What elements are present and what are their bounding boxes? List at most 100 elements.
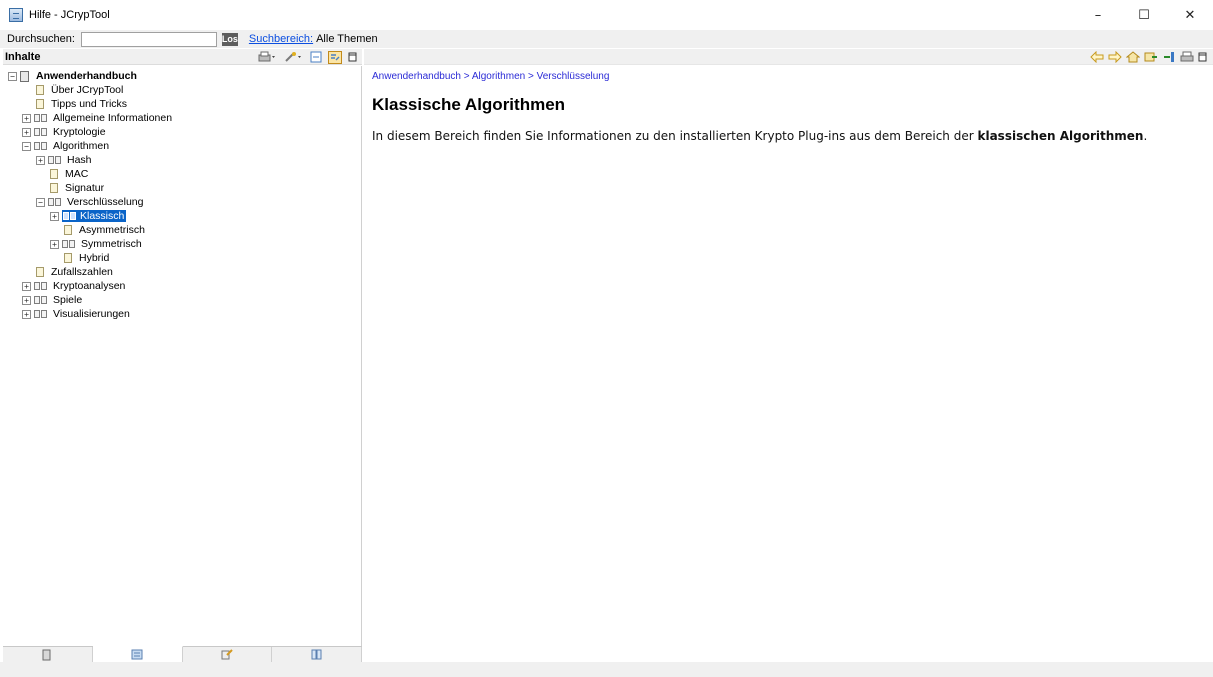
tree-item-mac[interactable]: MAC — [48, 167, 90, 181]
book-icon — [34, 127, 48, 137]
tree-item-label: Klassisch — [80, 210, 125, 222]
search-scope-link[interactable]: Suchbereich: — [249, 33, 313, 45]
page-icon — [64, 225, 72, 235]
search-label: Durchsuchen: — [7, 33, 75, 45]
intro-end: . — [1143, 129, 1148, 143]
intro-paragraph: In diesem Bereich finden Sie Information… — [372, 129, 1147, 143]
breadcrumb-link-anwenderhandbuch[interactable]: Anwenderhandbuch — [372, 71, 461, 82]
book-icon — [34, 281, 48, 291]
book-icon — [34, 309, 48, 319]
print-icon[interactable] — [1180, 51, 1194, 63]
breadcrumb-separator: > — [527, 71, 534, 82]
book-icon — [34, 113, 48, 123]
breadcrumb-separator: > — [463, 71, 470, 82]
breadcrumb-link-verschluesselung[interactable]: Verschlüsselung — [537, 71, 610, 82]
search-scope-value: Alle Themen — [316, 33, 378, 45]
tree-item-label: Kryptologie — [53, 126, 106, 138]
contents-toolbar — [258, 49, 358, 65]
tree-item-label: MAC — [65, 168, 89, 180]
tree-item-klassisch[interactable]: + Klassisch — [50, 209, 127, 223]
view-tabs — [3, 646, 362, 662]
book-icon — [34, 295, 48, 305]
tree-item-hybrid[interactable]: Hybrid — [62, 251, 111, 265]
bookmarks-icon — [311, 649, 322, 660]
jcryptool-app-icon — [9, 8, 23, 22]
expand-toggle[interactable]: + — [50, 211, 59, 221]
search-topic-dropdown-icon[interactable] — [284, 51, 304, 63]
expand-toggle[interactable]: + — [22, 309, 31, 319]
tab-contents[interactable] — [3, 647, 93, 662]
tree-item-label: Kryptoanalysen — [53, 280, 126, 292]
page-icon — [36, 267, 44, 277]
tree-item-spiele[interactable]: + Spiele — [22, 293, 84, 307]
tree-item-label: Hybrid — [79, 252, 110, 264]
tab-bookmarks[interactable] — [272, 647, 362, 662]
collapse-toggle[interactable]: − — [22, 141, 31, 151]
tree-item-label: Tipps und Tricks — [51, 98, 128, 110]
forward-arrow-icon[interactable] — [1108, 51, 1122, 63]
tree-item-visualisierungen[interactable]: + Visualisierungen — [22, 307, 132, 321]
tree-item-label: Verschlüsselung — [67, 196, 144, 208]
expand-toggle[interactable]: + — [22, 127, 31, 137]
tree-item-label: Symmetrisch — [81, 238, 142, 250]
tree-item-kryptologie[interactable]: + Kryptologie — [22, 125, 108, 139]
page-icon — [50, 183, 58, 193]
close-button[interactable]: ✕ — [1167, 0, 1213, 30]
tree-item-label: Zufallszahlen — [51, 266, 113, 278]
tree-item-label: Asymmetrisch — [79, 224, 145, 236]
contents-icon — [42, 649, 51, 660]
tab-index[interactable] — [92, 646, 183, 662]
bookmark-add-icon[interactable] — [1162, 51, 1176, 63]
tree-item-anwenderhandbuch[interactable]: − Anwenderhandbuch — [8, 69, 139, 83]
tree-item-asymmetrisch[interactable]: Asymmetrisch — [62, 223, 147, 237]
home-icon[interactable] — [1126, 51, 1140, 63]
tree-item-zufallszahlen[interactable]: Zufallszahlen — [34, 265, 115, 279]
tree-item-verschluesselung[interactable]: − Verschlüsselung — [36, 195, 145, 209]
page-icon — [64, 253, 72, 263]
tree-item-signatur[interactable]: Signatur — [48, 181, 106, 195]
show-in-contents-icon[interactable] — [1144, 51, 1158, 63]
tree-item-allgemeine-informationen[interactable]: + Allgemeine Informationen — [22, 111, 174, 125]
expand-toggle[interactable]: + — [50, 239, 59, 249]
tree-item-label: Über JCrypTool — [51, 84, 124, 96]
page-icon — [50, 169, 58, 179]
tree-item-symmetrisch[interactable]: + Symmetrisch — [50, 237, 144, 251]
status-bar — [0, 662, 1213, 677]
search-input[interactable] — [80, 31, 217, 47]
collapse-all-icon[interactable] — [310, 51, 322, 63]
window-title: Hilfe - JCrypTool — [29, 9, 110, 21]
breadcrumb-link-algorithmen[interactable]: Algorithmen — [472, 71, 525, 82]
tree-item-tipps-und-tricks[interactable]: Tipps und Tricks — [34, 97, 129, 111]
tree-item-label: Anwenderhandbuch — [36, 70, 137, 82]
page-icon — [36, 99, 44, 109]
manual-icon — [20, 70, 29, 82]
book-icon — [62, 239, 76, 249]
link-with-contents-icon[interactable] — [328, 50, 342, 64]
tree-item-label: Hash — [67, 154, 92, 166]
minimize-button[interactable]: – — [1075, 0, 1121, 30]
contents-header: Inhalte — [3, 49, 362, 65]
maximize-panel-icon[interactable] — [348, 51, 358, 63]
print-dropdown-icon[interactable] — [258, 51, 278, 63]
maximize-button[interactable]: ☐ — [1121, 0, 1167, 30]
back-arrow-icon[interactable] — [1090, 51, 1104, 63]
tree-item-kryptoanalysen[interactable]: + Kryptoanalysen — [22, 279, 127, 293]
index-icon — [131, 649, 143, 660]
expand-toggle[interactable]: + — [36, 155, 45, 165]
tab-search-results[interactable] — [183, 647, 273, 662]
expand-toggle[interactable]: + — [22, 113, 31, 123]
tree-item-algorithmen[interactable]: − Algorithmen — [22, 139, 111, 153]
search-go-button[interactable]: Los — [221, 32, 238, 46]
book-icon — [48, 197, 62, 207]
collapse-toggle[interactable]: − — [36, 197, 45, 207]
collapse-toggle[interactable]: − — [8, 71, 17, 81]
tree-item-hash[interactable]: + Hash — [36, 153, 94, 167]
intro-text: In diesem Bereich finden Sie Information… — [372, 129, 978, 143]
expand-toggle[interactable]: + — [22, 295, 31, 305]
tree-item-label: Algorithmen — [53, 140, 110, 152]
expand-toggle[interactable]: + — [22, 281, 31, 291]
tree-item-ueber-jcryptool[interactable]: Über JCrypTool — [34, 83, 125, 97]
intro-emphasis: klassischen Algorithmen — [977, 129, 1144, 143]
tree-item-label: Allgemeine Informationen — [53, 112, 173, 124]
maximize-content-icon[interactable] — [1198, 51, 1208, 63]
